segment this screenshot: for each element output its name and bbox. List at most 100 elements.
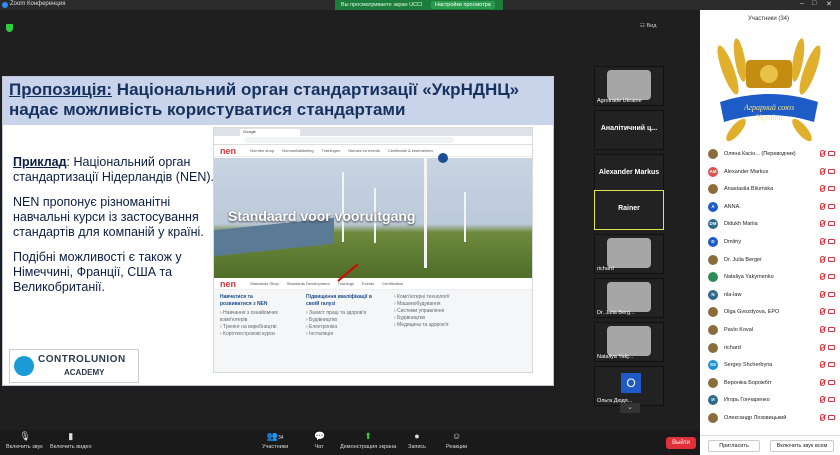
- participants-icon: 👥34: [266, 431, 284, 442]
- participants-button[interactable]: 👥34 Участники: [262, 431, 288, 451]
- reactions-button[interactable]: ☺ Реакции: [446, 432, 467, 451]
- participant-name: Pavlo Koval: [724, 327, 754, 333]
- microphone-muted-icon: [820, 361, 825, 369]
- minimize-icon[interactable]: –: [800, 0, 804, 7]
- participant-name: Nataliya Yakymenko: [724, 274, 774, 281]
- camera-off-icon: [828, 415, 835, 420]
- slide-title: Пропозиція: Національний орган стандарти…: [9, 80, 549, 120]
- participant-row[interactable]: A ANNA.: [700, 199, 840, 215]
- video-tile[interactable]: Dr. Julia Berg...: [594, 278, 664, 318]
- chat-button[interactable]: 💬 Чат: [314, 432, 325, 451]
- close-icon[interactable]: ✕: [826, 0, 832, 8]
- participants-panel: Участники (34) Аграрний союз України Оля…: [700, 10, 840, 455]
- security-shield-icon[interactable]: [6, 24, 13, 32]
- slide-paragraph-1: Приклад: Національний орган стандартизац…: [13, 155, 218, 185]
- course-item: › Тренінг на виробництві: [220, 324, 277, 330]
- participant-row[interactable]: Dr. Julia Berger: [700, 252, 840, 268]
- microphone-muted-icon: [820, 378, 825, 386]
- start-video-button[interactable]: ▮ Включить видео: [50, 431, 92, 451]
- participant-video: [607, 238, 651, 268]
- controlunion-academy-logo: CONTROLUNION ACADEMY: [9, 349, 139, 383]
- camera-off-icon: [828, 397, 835, 403]
- video-tile[interactable]: Nataliya Yakj...: [594, 322, 664, 362]
- participant-name: Anastasiia Bliumska: [724, 186, 774, 193]
- participant-row[interactable]: AM Alexander Markus: [700, 164, 840, 180]
- leave-meeting-button[interactable]: Выйти: [666, 437, 696, 449]
- embedded-browser-screenshot: Google nen Normen shop Normontwikkeling Tr…: [213, 127, 533, 373]
- participant-row[interactable]: Nnla-law: [700, 287, 840, 303]
- participant-name: Didukh Mariia: [724, 221, 758, 228]
- participant-row[interactable]: И Игорь Гончаренко: [700, 392, 840, 408]
- unmute-all-button[interactable]: Включить звук всем: [770, 440, 834, 452]
- course-item: › Захист праці та здоров'я: [306, 310, 367, 316]
- scroll-down-icon[interactable]: ⌄: [620, 403, 640, 413]
- camera-off-icon: [828, 186, 835, 192]
- participant-row[interactable]: SS Sergey Shcherbyna: [700, 357, 840, 373]
- avatar: O: [621, 373, 641, 393]
- camera-off-icon: [828, 274, 835, 280]
- camera-off-icon: ▮: [68, 431, 74, 441]
- nen-logo-2: nen: [220, 279, 237, 289]
- participant-row[interactable]: Оляна Касін... (Переводчик): [700, 146, 840, 162]
- participant-row[interactable]: Вероніка Борожбіт: [700, 375, 840, 391]
- microphone-muted-icon: [820, 273, 825, 281]
- microphone-muted-icon: [820, 414, 825, 421]
- participant-name: richard: [724, 344, 741, 351]
- meeting-toolbar: 🎙 Включить звук ▮ Включить видео 👥34 Участн…: [0, 430, 700, 455]
- video-tile[interactable]: Rainer: [594, 190, 664, 230]
- unmute-audio-label: Включить звук: [6, 444, 43, 450]
- video-tile[interactable]: O Ольга Дюдя...: [594, 366, 664, 406]
- camera-off-icon: [828, 168, 835, 174]
- address-field: [244, 137, 454, 143]
- video-tile[interactable]: Agrotrade Ukraine: [594, 66, 664, 106]
- participant-row[interactable]: richard: [700, 340, 840, 356]
- participant-row[interactable]: D Dmitriy: [700, 234, 840, 250]
- avatar: [708, 325, 718, 335]
- agrarian-union-emblem: Аграрний союз України: [717, 38, 821, 142]
- avatar: [708, 377, 718, 388]
- participant-row[interactable]: Nataliya Yakymenko: [700, 269, 840, 285]
- participant-name: Dmitriy: [724, 239, 742, 245]
- avatar: DM: [708, 219, 718, 230]
- view-options-button[interactable]: Настройки просмотра: [431, 1, 495, 9]
- course-column-1: Навчатися та розвиватися з NEN › Навчанн…: [220, 294, 280, 338]
- nen-menu-item: Certificatie & keurmerken: [387, 148, 433, 153]
- participant-row[interactable]: Anastasiia Bliumska: [700, 181, 840, 197]
- avatar: AM: [708, 166, 718, 177]
- participant-row[interactable]: Pavlo Koval: [700, 322, 840, 338]
- browser-tabstrip: Google: [214, 128, 532, 136]
- nen-menu-item: Trainings: [337, 281, 354, 286]
- camera-off-icon: [828, 256, 835, 262]
- nen-menu-item: Standards Shop: [250, 281, 279, 286]
- course-item: › Машинобудування: [394, 301, 441, 307]
- course-column-3-items: › Комп'ютерні технології › Машинобудуванн…: [394, 294, 484, 329]
- slide-paragraph-2: NEN пропонує різноманітні навчальні курс…: [13, 195, 204, 239]
- record-label: Запись: [408, 444, 427, 450]
- slide-header: Пропозиція: Національний орган стандарти…: [3, 77, 553, 125]
- nen-menu-item: Nieuws en events: [348, 148, 380, 153]
- share-screen-label: Демонстрация экрана: [340, 444, 397, 450]
- microphone-muted-icon: [820, 220, 825, 228]
- controlunion-logo-icon: [14, 356, 34, 376]
- nen-top-menu: Normen shop Normontwikkeling Trainingen Nie…: [250, 148, 441, 153]
- video-tile[interactable]: Alexander Markus: [594, 154, 664, 194]
- camera-off-icon: [828, 309, 835, 315]
- participant-row[interactable]: Olga Gvozdyova, EPO: [700, 304, 840, 320]
- maximize-icon[interactable]: □: [812, 0, 816, 7]
- record-button[interactable]: ● Запись: [408, 432, 427, 451]
- window-title: Zoom Конференция: [10, 1, 66, 7]
- unmute-audio-button[interactable]: 🎙 Включить звук: [6, 432, 43, 451]
- participants-panel-title: Участники (34): [748, 16, 790, 22]
- camera-off-icon: [828, 344, 835, 350]
- wind-turbine: [464, 192, 466, 242]
- course-column-2: Підвищення кваліфікації в своїй галузі ›…: [306, 294, 386, 338]
- share-screen-button[interactable]: ⬆ Демонстрация экрана: [340, 432, 397, 451]
- participant-row[interactable]: DM Didukh Mariia: [700, 216, 840, 232]
- video-tile[interactable]: richard: [594, 234, 664, 274]
- participant-row[interactable]: Олександр Лозовицький: [700, 410, 840, 426]
- avatar: [708, 307, 718, 318]
- video-tile-name: Nataliya Yakj...: [597, 354, 634, 360]
- invite-button[interactable]: Пригласить: [708, 440, 760, 452]
- camera-off-icon: [828, 327, 835, 332]
- video-tile[interactable]: Аналітичний ц...: [594, 110, 664, 150]
